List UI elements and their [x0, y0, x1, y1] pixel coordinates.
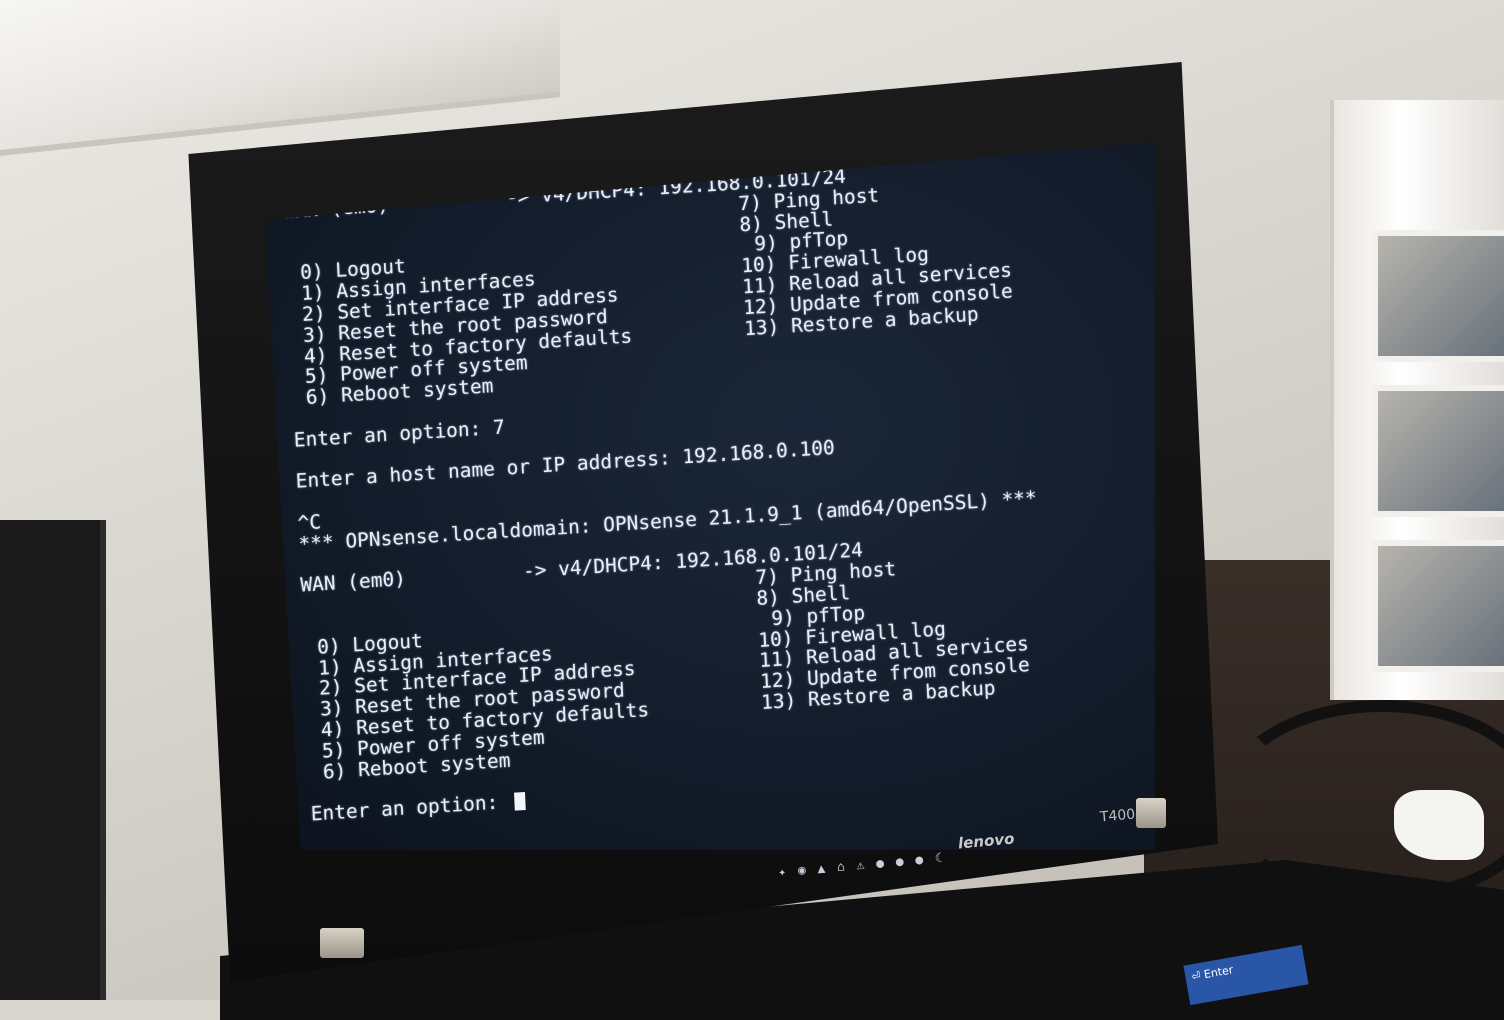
other-laptop	[0, 520, 106, 1000]
hinge	[1136, 798, 1166, 828]
drawer	[1372, 540, 1504, 672]
drawer	[1372, 230, 1504, 362]
tissue	[1394, 790, 1484, 860]
terminal-screen[interactable]: WAN (em0) -> v4/DHCP4: 192.168.0.101/24 …	[265, 142, 1155, 850]
drawer	[1372, 385, 1504, 517]
storage-drawers	[1330, 100, 1504, 700]
hinge	[320, 928, 364, 958]
model-label: T400	[1099, 806, 1136, 826]
text-cursor	[513, 792, 526, 811]
console-text: WAN (em0) -> v4/DHCP4: 192.168.0.101/24 …	[283, 147, 1155, 826]
enter-key-label: Enter	[1202, 963, 1235, 982]
